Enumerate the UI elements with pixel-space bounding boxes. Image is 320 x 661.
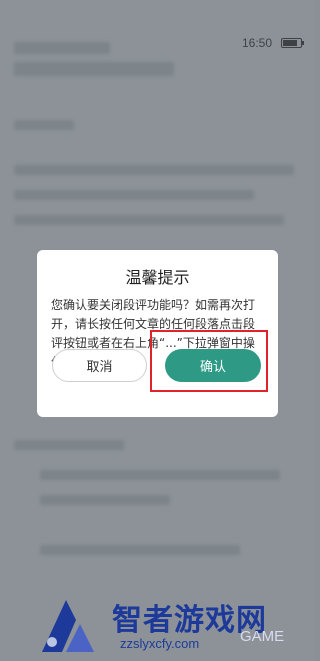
blurred-text: [14, 62, 174, 76]
battery-icon: [281, 38, 304, 48]
highlight-annotation: [150, 330, 268, 392]
blurred-text: [14, 165, 294, 175]
blurred-text: [40, 495, 170, 505]
status-time: 16:50: [242, 36, 273, 50]
blurred-text: [14, 190, 254, 200]
blurred-text: [14, 440, 124, 450]
cancel-button[interactable]: 取消: [52, 349, 147, 382]
blurred-text: [40, 470, 280, 480]
watermark-url: zzslyxcfy.com: [120, 636, 200, 651]
watermark-logo-icon: [42, 600, 94, 652]
battery-level: [283, 40, 297, 46]
dialog-title: 温馨提示: [125, 268, 190, 287]
watermark-game: GAME: [240, 628, 285, 645]
blurred-text: [14, 120, 74, 130]
blurred-text: [14, 42, 110, 54]
blurred-text: [40, 545, 240, 555]
blurred-text: [14, 215, 284, 225]
